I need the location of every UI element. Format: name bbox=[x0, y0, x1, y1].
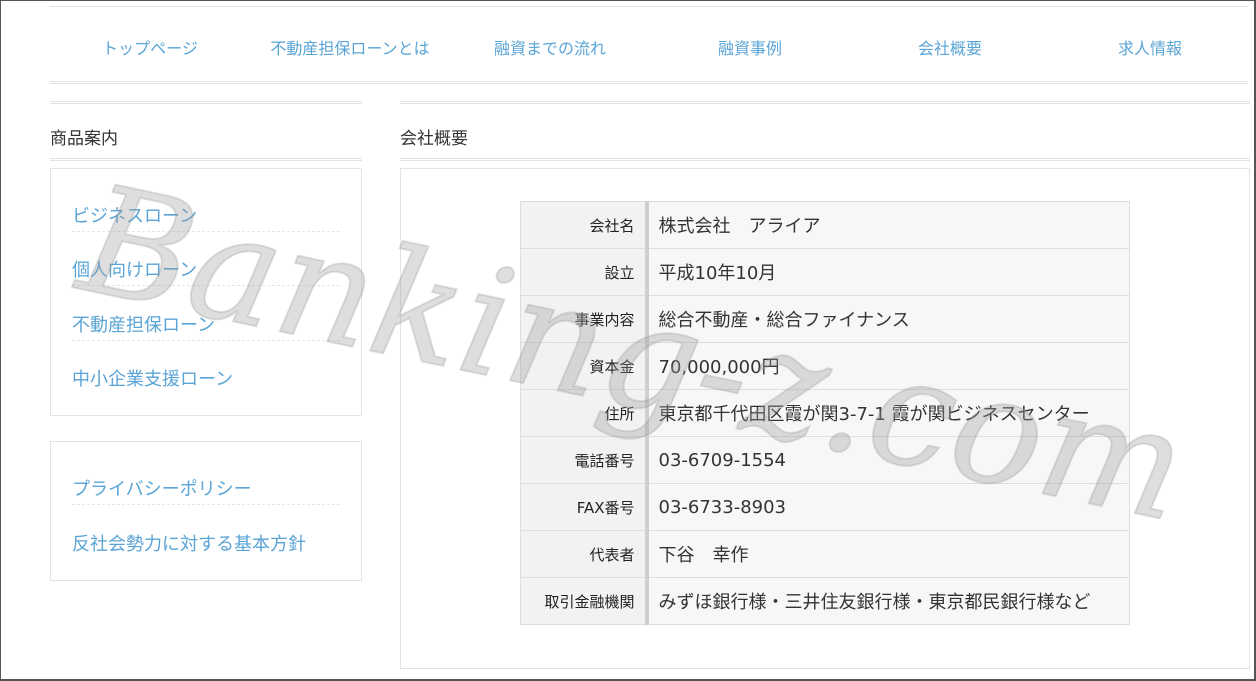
policy-menu: プライバシーポリシー 反社会勢力に対する基本方針 bbox=[50, 441, 362, 581]
sidebar-item-sme-loan[interactable]: 中小企業支援ローン bbox=[72, 341, 340, 395]
sidebar-item-privacy-policy[interactable]: プライバシーポリシー bbox=[72, 451, 340, 505]
sidebar-header: 商品案内 bbox=[50, 101, 362, 161]
table-row: 住所 東京都千代田区霞が関3-7-1 霞が関ビジネスセンター bbox=[520, 389, 1130, 437]
row-label: 代表者 bbox=[520, 530, 649, 578]
product-menu: ビジネスローン 個人向けローン 不動産担保ローン 中小企業支援ローン bbox=[50, 168, 362, 416]
row-value: 株式会社 アライア bbox=[646, 201, 1130, 249]
table-row: 電話番号 03-6709-1554 bbox=[520, 436, 1130, 484]
row-label: 取引金融機関 bbox=[520, 577, 649, 625]
table-row: 代表者 下谷 幸作 bbox=[520, 530, 1130, 578]
table-row: 設立 平成10年10月 bbox=[520, 248, 1130, 296]
table-row: FAX番号 03-6733-8903 bbox=[520, 483, 1130, 531]
nav-item-cases[interactable]: 融資事例 bbox=[718, 35, 782, 59]
row-label: 設立 bbox=[520, 248, 649, 296]
company-info-panel: 会社名 株式会社 アライア 設立 平成10年10月 事業内容 総合不動産・総合フ… bbox=[400, 168, 1250, 669]
table-row: 取引金融機関 みずほ銀行様・三井住友銀行様・東京都民銀行様など bbox=[520, 577, 1130, 625]
sidebar-item-personal-loan[interactable]: 個人向けローン bbox=[72, 232, 340, 286]
row-label: 事業内容 bbox=[520, 295, 649, 343]
row-value: 東京都千代田区霞が関3-7-1 霞が関ビジネスセンター bbox=[646, 389, 1130, 437]
nav-item-recruit[interactable]: 求人情報 bbox=[1118, 35, 1182, 59]
row-value: 下谷 幸作 bbox=[646, 530, 1130, 578]
table-row: 資本金 70,000,000円 bbox=[520, 342, 1130, 390]
main-header: 会社概要 bbox=[400, 101, 1250, 161]
sidebar-title: 商品案内 bbox=[50, 129, 118, 149]
table-row: 事業内容 総合不動産・総合ファイナンス bbox=[520, 295, 1130, 343]
sidebar-item-antisocial-policy[interactable]: 反社会勢力に対する基本方針 bbox=[72, 506, 340, 560]
row-value: 総合不動産・総合ファイナンス bbox=[646, 295, 1130, 343]
row-value: 70,000,000円 bbox=[646, 342, 1130, 390]
row-value: 03-6733-8903 bbox=[646, 483, 1130, 531]
row-value: 平成10年10月 bbox=[646, 248, 1130, 296]
row-label: 電話番号 bbox=[520, 436, 649, 484]
page-title: 会社概要 bbox=[400, 129, 468, 149]
sidebar-item-business-loan[interactable]: ビジネスローン bbox=[72, 178, 340, 232]
row-label: FAX番号 bbox=[520, 483, 649, 531]
row-label: 会社名 bbox=[520, 201, 649, 249]
global-nav: トップページ 不動産担保ローンとは 融資までの流れ 融資事例 会社概要 求人情報 bbox=[50, 6, 1248, 84]
row-value: 03-6709-1554 bbox=[646, 436, 1130, 484]
row-label: 住所 bbox=[520, 389, 649, 437]
nav-item-flow[interactable]: 融資までの流れ bbox=[494, 35, 606, 59]
nav-item-real-estate-loan[interactable]: 不動産担保ローンとは bbox=[270, 35, 429, 59]
row-label: 資本金 bbox=[520, 342, 649, 390]
nav-item-top[interactable]: トップページ bbox=[102, 35, 198, 59]
row-value: みずほ銀行様・三井住友銀行様・東京都民銀行様など bbox=[646, 577, 1130, 625]
sidebar-item-real-estate-loan[interactable]: 不動産担保ローン bbox=[72, 287, 340, 341]
nav-item-company[interactable]: 会社概要 bbox=[918, 35, 982, 59]
company-info-table: 会社名 株式会社 アライア 設立 平成10年10月 事業内容 総合不動産・総合フ… bbox=[520, 201, 1130, 625]
table-row: 会社名 株式会社 アライア bbox=[520, 201, 1130, 249]
